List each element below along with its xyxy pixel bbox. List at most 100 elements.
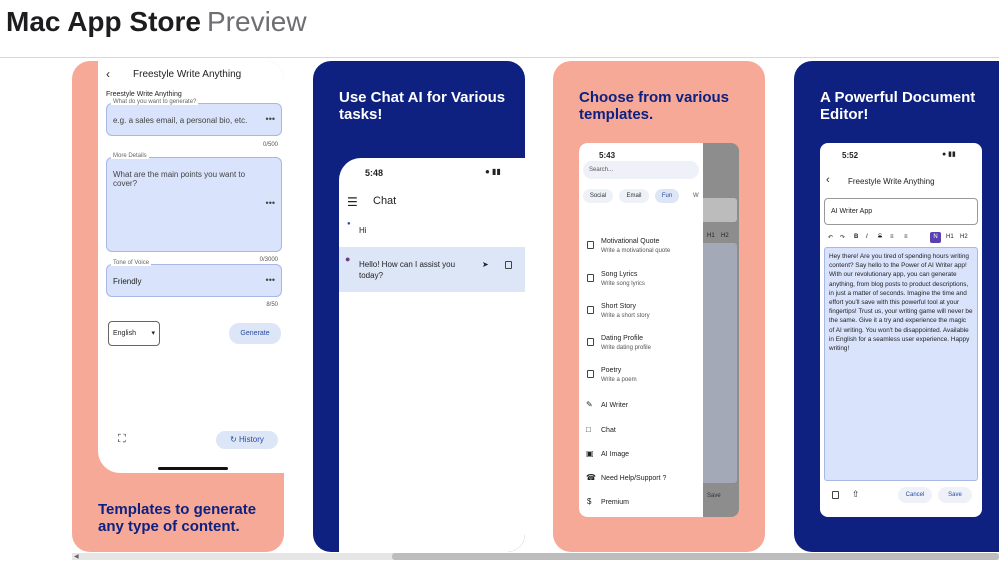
field-placeholder: e.g. a sales email, a personal bio, etc. bbox=[113, 116, 248, 125]
template-title: Song Lyrics bbox=[601, 271, 638, 278]
status-icons: ● ▮▮ bbox=[485, 167, 501, 176]
help-icon: ☎ bbox=[586, 473, 596, 482]
horizontal-scrollbar[interactable]: ◀ bbox=[72, 553, 999, 560]
ai-message-row: ● Hello! How can I assist you today? ➤ bbox=[339, 247, 525, 292]
back-arrow-icon[interactable]: ‹ bbox=[106, 67, 110, 81]
template-icon bbox=[587, 306, 594, 314]
template-icon bbox=[587, 241, 594, 249]
screen-title: Freestyle Write Anything bbox=[133, 69, 242, 80]
share-icon[interactable]: ➤ bbox=[482, 260, 489, 269]
search-placeholder: Search... bbox=[589, 167, 614, 173]
copy-icon[interactable] bbox=[832, 491, 839, 499]
template-icon bbox=[587, 338, 594, 346]
screenshot-4[interactable]: A Powerful Document Editor! 5:52 ● ▮▮ ‹ … bbox=[794, 61, 999, 552]
document-body: Hey there! Are you tired of spending hou… bbox=[829, 253, 973, 353]
template-title: Motivational Quote bbox=[601, 238, 660, 245]
status-time: 5:52 bbox=[842, 151, 859, 160]
side-drawer: 5:43 Search... Social Email Fun W Motiva… bbox=[579, 143, 703, 517]
page-title: Mac App Store Preview bbox=[6, 6, 307, 38]
more-details-field[interactable]: More Details What are the main points yo… bbox=[106, 153, 282, 252]
redo-icon[interactable]: ↷ bbox=[840, 234, 845, 241]
h1-button[interactable]: H1 bbox=[946, 234, 954, 240]
language-select[interactable]: English ▾ bbox=[108, 321, 160, 346]
history-button[interactable]: ↻ History bbox=[216, 431, 278, 449]
list-icon[interactable]: ≡ bbox=[904, 234, 908, 240]
notification-icon[interactable]: ⛶ bbox=[118, 433, 126, 446]
char-count: 0/3000 bbox=[259, 257, 278, 263]
chip-fun[interactable]: Fun bbox=[655, 189, 679, 203]
generate-button[interactable]: Generate bbox=[229, 323, 281, 344]
phone-screen-1: ‹ Freestyle Write Anything Freestyle Wri… bbox=[98, 61, 284, 473]
normal-button[interactable]: N bbox=[930, 232, 941, 243]
align-icon[interactable]: ≡ bbox=[890, 234, 894, 240]
template-title: Poetry bbox=[601, 367, 622, 374]
template-title: Short Story bbox=[601, 303, 637, 310]
premium-icon: $ bbox=[587, 497, 592, 506]
screenshot-caption: A Powerful Document Editor! bbox=[820, 89, 976, 123]
more-icon[interactable]: ••• bbox=[266, 114, 275, 124]
cancel-button[interactable]: Cancel bbox=[898, 487, 932, 503]
store-name: Mac App Store bbox=[6, 6, 201, 37]
template-subtitle: Write a motivational quote bbox=[601, 248, 671, 254]
more-icon[interactable]: ••• bbox=[266, 275, 275, 285]
scrollbar-thumb[interactable] bbox=[392, 553, 999, 560]
app-store-preview-page: Mac App Store Preview ‹ Freestyle Write A… bbox=[0, 0, 999, 562]
menu-label: Need Help/Support ? bbox=[601, 475, 667, 482]
screenshot-caption: Use Chat AI for Various tasks! bbox=[339, 89, 506, 123]
menu-icon[interactable]: ☰ bbox=[347, 195, 358, 209]
dropdown-icon: ▾ bbox=[151, 330, 155, 337]
generate-what-field[interactable]: What do you want to generate? e.g. a sal… bbox=[106, 99, 282, 136]
chat-icon: □ bbox=[586, 425, 591, 434]
char-count: 0/500 bbox=[262, 142, 278, 148]
copy-icon[interactable] bbox=[505, 261, 512, 269]
phone-screen-4: 5:52 ● ▮▮ ‹ Freestyle Write Anything AI … bbox=[820, 143, 982, 517]
screenshot-1[interactable]: ‹ Freestyle Write Anything Freestyle Wri… bbox=[72, 61, 284, 552]
field-label: More Details bbox=[111, 153, 149, 159]
image-icon: ▣ bbox=[586, 449, 594, 458]
screen-title: Freestyle Write Anything bbox=[848, 177, 935, 186]
template-subtitle: Write dating profile bbox=[601, 345, 651, 351]
save-button[interactable]: Save bbox=[938, 487, 972, 503]
template-subtitle: Write song lyrics bbox=[601, 281, 645, 287]
format-toolbar: ↶ ↷ B I S ≡ ≡ N H1 H2 bbox=[826, 232, 980, 244]
background-field bbox=[699, 198, 737, 222]
chip-social[interactable]: Social bbox=[583, 189, 613, 203]
undo-icon[interactable]: ↶ bbox=[828, 234, 833, 241]
history-icon: ↻ bbox=[230, 435, 237, 444]
background-editor bbox=[699, 243, 737, 483]
background-save: Save bbox=[707, 493, 721, 499]
document-editor[interactable]: Hey there! Are you tired of spending hou… bbox=[824, 247, 978, 481]
more-icon[interactable]: ••• bbox=[266, 198, 275, 208]
template-icon bbox=[587, 274, 594, 282]
screenshot-3[interactable]: Choose from various templates. H1 H2 Sav… bbox=[553, 61, 765, 552]
status-icons: ● ▮▮ bbox=[942, 151, 956, 158]
ai-avatar: ● bbox=[345, 254, 351, 264]
tone-of-voice-field[interactable]: Tone of Voice Friendly ••• bbox=[106, 260, 282, 297]
user-avatar: ● bbox=[347, 221, 351, 227]
screenshot-caption: Templates to generate any type of conten… bbox=[98, 501, 257, 535]
h2-button[interactable]: H2 bbox=[960, 234, 968, 240]
menu-label: AI Writer bbox=[601, 402, 629, 409]
search-bar[interactable]: Search... bbox=[583, 161, 699, 179]
field-value: Friendly bbox=[113, 277, 142, 286]
status-time: 5:48 bbox=[365, 168, 384, 178]
field-placeholder: What are the main points you want to cov… bbox=[113, 170, 246, 188]
scroll-left-icon[interactable]: ◀ bbox=[74, 553, 79, 560]
document-title-field[interactable]: AI Writer App bbox=[824, 198, 978, 225]
screenshot-2[interactable]: Use Chat AI for Various tasks! 5:48 ● ▮▮… bbox=[313, 61, 525, 552]
chip-more[interactable]: W bbox=[693, 193, 699, 199]
share-icon[interactable]: ⇧ bbox=[852, 489, 860, 500]
ai-message: Hello! How can I assist you today? bbox=[359, 260, 456, 280]
menu-label: Premium bbox=[601, 499, 630, 506]
chip-email[interactable]: Email bbox=[619, 189, 649, 203]
italic-button[interactable]: I bbox=[866, 234, 868, 240]
strike-button[interactable]: S bbox=[878, 234, 882, 240]
template-subtitle: Write a short story bbox=[601, 313, 650, 319]
background-h1: H1 bbox=[707, 233, 715, 239]
field-label: Tone of Voice bbox=[111, 260, 152, 266]
user-message: Hi bbox=[359, 226, 367, 235]
phone-screen-2: 5:48 ● ▮▮ ☰ Chat ● Hi ● Hello! How can I… bbox=[339, 158, 525, 552]
back-arrow-icon[interactable]: ‹ bbox=[826, 174, 830, 186]
menu-label: AI Image bbox=[601, 451, 630, 458]
bold-button[interactable]: B bbox=[854, 234, 858, 240]
